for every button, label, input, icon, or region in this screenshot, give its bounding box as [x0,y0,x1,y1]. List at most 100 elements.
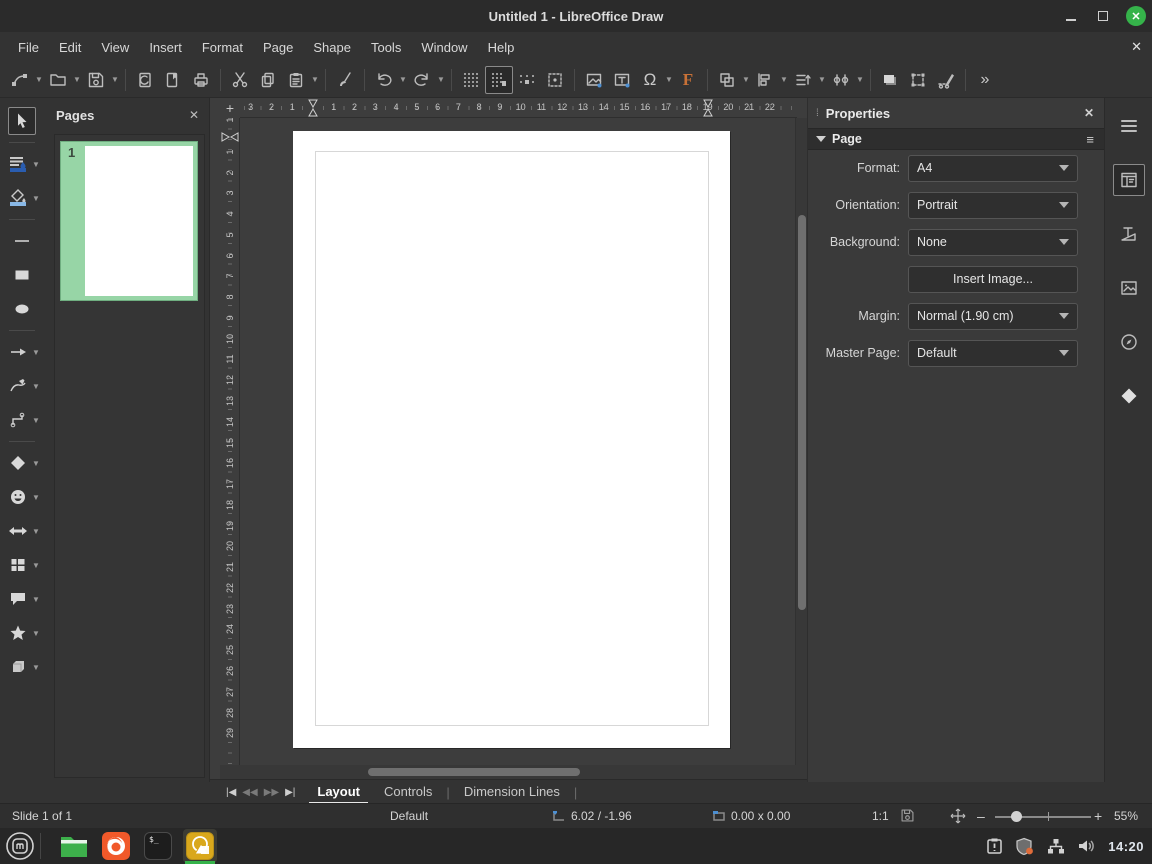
update-manager-icon[interactable] [986,837,1003,855]
network-icon[interactable] [1047,838,1065,855]
vertical-ruler[interactable]: 1123456789101112131415161718192021222324… [220,118,240,765]
menu-edit[interactable]: Edit [49,35,91,60]
block-arrows-tool[interactable] [4,517,32,545]
volume-icon[interactable] [1077,837,1096,855]
open-dropdown[interactable]: ▼ [72,66,82,94]
tab-controls[interactable]: Controls [372,780,444,804]
format-dropdown[interactable]: A4 [908,155,1078,182]
maximize-button[interactable] [1094,7,1112,25]
display-grid-button[interactable] [457,66,485,94]
insert-image-button-panel[interactable]: Insert Image... [908,266,1078,293]
mint-menu-button[interactable] [0,828,40,864]
menu-view[interactable]: View [91,35,139,60]
crop-image-button[interactable] [904,66,932,94]
copy-button[interactable] [254,66,282,94]
vertical-scrollbar-thumb[interactable] [798,215,806,610]
export-directly-pdf-button[interactable] [159,66,187,94]
zoom-slider-track[interactable] [995,816,1091,818]
symbol-shapes-dropdown[interactable]: ▼ [32,493,41,502]
block-arrows-dropdown[interactable]: ▼ [32,527,41,536]
special-character-dropdown[interactable]: ▼ [664,66,674,94]
undo-dropdown[interactable]: ▼ [398,66,408,94]
tab-layout[interactable]: Layout [305,780,372,804]
basic-shapes-tool[interactable] [4,449,32,477]
libreoffice-draw-launcher[interactable] [183,829,217,863]
clock[interactable]: 14:20 [1108,839,1144,854]
page-thumbnail[interactable]: 1 [60,141,198,301]
select-tool[interactable] [8,107,36,135]
3d-objects-tool[interactable] [4,653,32,681]
properties-panel-close-button[interactable]: ✕ [1084,106,1094,120]
tab-properties[interactable] [1113,164,1145,196]
paste-button[interactable] [282,66,310,94]
section-menu-icon[interactable]: ≡ [1086,132,1094,147]
open-button[interactable] [44,66,72,94]
special-character-button[interactable]: Ω [636,66,664,94]
margin-marker-icon[interactable] [308,99,318,118]
horizontal-scrollbar[interactable] [220,765,807,779]
flowchart-dropdown[interactable]: ▼ [32,561,41,570]
menu-format[interactable]: Format [192,35,253,60]
master-page-dropdown[interactable]: Default [908,340,1078,367]
connectors-dropdown[interactable]: ▼ [32,416,41,425]
fit-slide-icon[interactable] [950,808,966,824]
menu-file[interactable]: File [8,35,49,60]
collapse-section-icon[interactable] [816,136,826,142]
margin-marker-icon[interactable] [221,130,239,145]
menu-tools[interactable]: Tools [361,35,411,60]
arrange-dropdown[interactable]: ▼ [817,66,827,94]
ellipse-tool[interactable] [8,295,36,323]
document-viewport[interactable] [240,118,797,765]
vertical-scrollbar[interactable] [795,118,807,765]
previous-page-button[interactable]: ◀◀ [242,787,257,798]
lines-and-arrows-tool[interactable] [4,338,32,366]
align-objects-dropdown[interactable]: ▼ [779,66,789,94]
basic-shapes-dropdown[interactable]: ▼ [32,459,41,468]
stars-and-banners-tool[interactable] [4,619,32,647]
paste-dropdown[interactable]: ▼ [310,66,320,94]
close-document-button[interactable]: ✕ [1131,32,1142,62]
lines-and-arrows-dropdown[interactable]: ▼ [32,348,41,357]
zoom-slider-handle[interactable] [1011,811,1022,822]
fontwork-button[interactable]: F [674,66,702,94]
sidebar-settings-button[interactable] [1113,110,1145,142]
save-button[interactable] [82,66,110,94]
fill-color-tool[interactable] [4,184,32,212]
cut-button[interactable] [226,66,254,94]
first-page-button[interactable]: |◀ [226,787,236,798]
margin-dropdown[interactable]: Normal (1.90 cm) [908,303,1078,330]
3d-objects-dropdown[interactable]: ▼ [32,663,41,672]
panel-grip-icon[interactable]: ⁞ [816,108,820,119]
new-button[interactable] [6,66,34,94]
stars-and-banners-dropdown[interactable]: ▼ [32,629,41,638]
transformations-dropdown[interactable]: ▼ [741,66,751,94]
last-page-button[interactable]: ▶| [285,787,295,798]
menu-insert[interactable]: Insert [139,35,192,60]
print-button[interactable] [187,66,215,94]
callout-shapes-dropdown[interactable]: ▼ [32,595,41,604]
zoom-pan-button[interactable] [541,66,569,94]
insert-image-button[interactable] [580,66,608,94]
zoom-out-button[interactable]: – [977,808,985,824]
file-manager-launcher[interactable] [57,829,91,863]
callout-shapes-tool[interactable] [4,585,32,613]
menu-window[interactable]: Window [411,35,477,60]
pages-list[interactable]: 1 [54,134,205,778]
distribute-dropdown[interactable]: ▼ [855,66,865,94]
firewall-shield-icon[interactable] [1015,837,1035,856]
toolbar-overflow-button[interactable]: » [971,66,999,94]
fill-color-dropdown[interactable]: ▼ [32,194,41,203]
zoom-percentage[interactable]: 55% [1114,809,1138,823]
tab-navigator[interactable] [1113,326,1145,358]
insert-text-box-button[interactable] [608,66,636,94]
rectangle-tool[interactable] [8,261,36,289]
zoom-in-button[interactable]: + [1094,808,1102,824]
tab-gallery[interactable] [1113,272,1145,304]
toggle-point-edit-button[interactable] [932,66,960,94]
background-dropdown[interactable]: None [908,229,1078,256]
insert-line-tool[interactable] [8,227,36,255]
document-modified-icon[interactable] [900,808,915,823]
new-dropdown[interactable]: ▼ [34,66,44,94]
flowchart-tool[interactable] [4,551,32,579]
menu-help[interactable]: Help [478,35,525,60]
